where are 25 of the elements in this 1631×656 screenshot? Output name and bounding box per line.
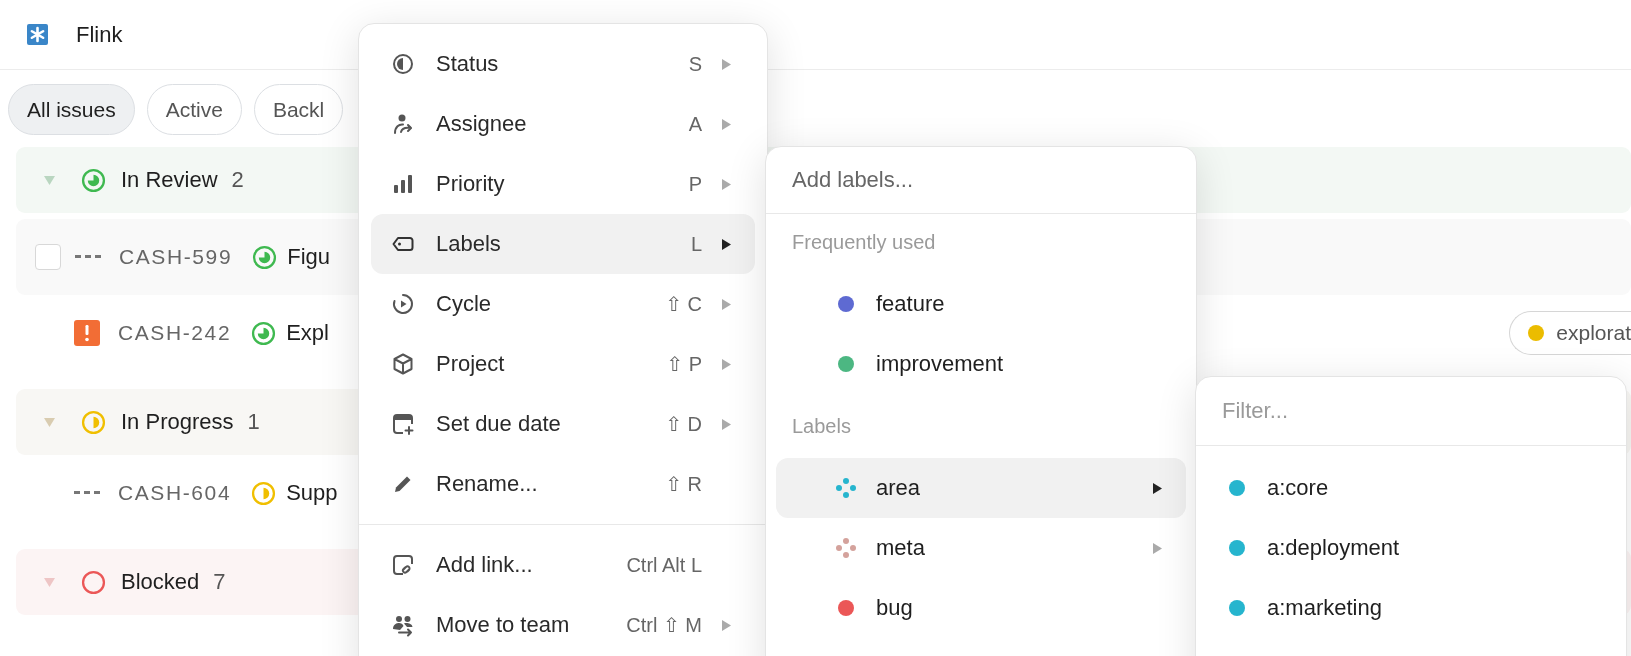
issue-id: CASH-599 [119, 245, 233, 269]
keyboard-shortcut: S [688, 52, 702, 76]
section-heading: Frequently used [791, 229, 937, 255]
section-heading: Labels [791, 413, 852, 439]
issue-title: Figu [287, 244, 330, 270]
keyboard-shortcut: ⇧ R [665, 472, 702, 496]
keyboard-shortcut: A [688, 112, 702, 136]
issue-id: CASH-604 [118, 481, 232, 505]
issue-id: CASH-242 [118, 321, 232, 345]
issue-title: Supp [286, 480, 338, 506]
keyboard-shortcut: P [688, 172, 702, 196]
group-count: 7 [213, 569, 226, 595]
group-name: Blocked [121, 569, 200, 595]
group-count: 1 [247, 409, 260, 435]
keyboard-shortcut: Ctrl Alt L [626, 553, 702, 577]
group-count: 2 [231, 167, 244, 193]
group-name: In Review [121, 167, 218, 193]
keyboard-shortcut: ⇧ P [666, 352, 702, 376]
keyboard-shortcut: Ctrl ⇧ M [626, 613, 702, 637]
keyboard-shortcut: ⇧ C [665, 292, 702, 316]
workspace-name: Flink [76, 21, 123, 48]
keyboard-shortcut: ⇧ D [665, 412, 702, 436]
issue-title: Expl [286, 320, 329, 346]
group-name: In Progress [121, 409, 234, 435]
keyboard-shortcut: L [690, 232, 702, 256]
